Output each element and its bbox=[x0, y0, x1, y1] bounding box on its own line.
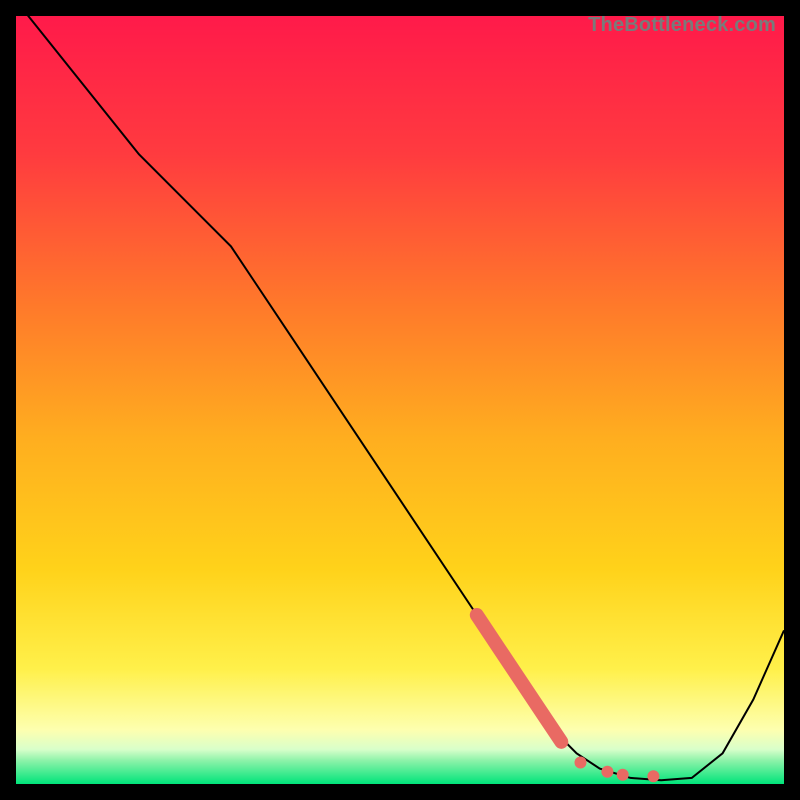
valley-dot bbox=[647, 770, 659, 782]
watermark-text: TheBottleneck.com bbox=[588, 14, 776, 37]
valley-dot bbox=[617, 769, 629, 781]
valley-dot bbox=[601, 766, 613, 778]
valley-dot bbox=[575, 757, 587, 769]
gradient-background bbox=[16, 16, 784, 784]
chart-frame: TheBottleneck.com bbox=[16, 16, 784, 784]
bottleneck-chart bbox=[16, 16, 784, 784]
